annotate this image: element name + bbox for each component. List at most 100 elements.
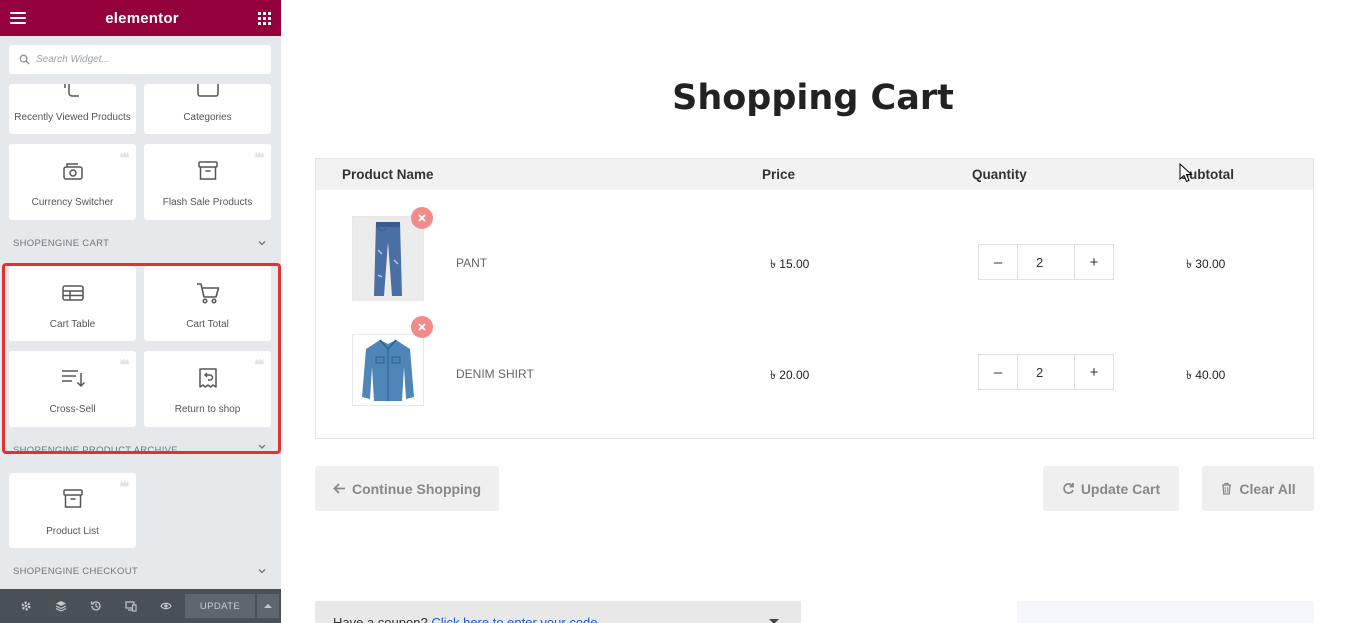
- search-widget-box: [9, 45, 271, 74]
- chevron-down-icon[interactable]: [257, 238, 267, 248]
- update-cart-button[interactable]: Update Cart: [1043, 466, 1179, 511]
- responsive-icon[interactable]: [113, 589, 148, 623]
- update-options-button[interactable]: [257, 594, 279, 618]
- product-name[interactable]: DENIM SHIRT: [456, 367, 534, 381]
- widget-label: Currency Switcher: [31, 197, 114, 208]
- menu-icon[interactable]: [10, 12, 26, 24]
- product-name[interactable]: PANT: [456, 256, 487, 270]
- widget-label: Cross-Sell: [49, 404, 96, 415]
- widget-flash-sale-products[interactable]: Flash Sale Products: [144, 144, 271, 220]
- widget-cart-table[interactable]: Cart Table: [9, 266, 136, 341]
- chevron-down-icon[interactable]: [257, 445, 267, 451]
- app-window: elementor Recently Viewed Products Categ…: [0, 0, 1345, 623]
- widgets-grid-icon[interactable]: [258, 11, 271, 25]
- remove-item-button[interactable]: [411, 207, 433, 229]
- product-subtotal: ৳ 30.00: [1186, 257, 1226, 271]
- preview-canvas: Shopping Cart Product Name Price Quantit…: [281, 0, 1345, 623]
- quantity-input[interactable]: [1017, 245, 1075, 279]
- history-icon[interactable]: [78, 589, 113, 623]
- cross-sell-icon: [62, 370, 86, 388]
- table-row: PANT ৳ 15.00 – + ৳ 30.00: [316, 207, 1313, 309]
- product-subtotal: ৳ 40.00: [1186, 368, 1226, 382]
- widget-cart-total[interactable]: Cart Total: [144, 266, 271, 341]
- update-button[interactable]: UPDATE: [185, 594, 255, 618]
- increase-quantity-button[interactable]: +: [1075, 355, 1113, 389]
- settings-icon[interactable]: [8, 589, 43, 623]
- widget-product-list[interactable]: Product List: [9, 473, 136, 548]
- section-title-checkout[interactable]: SHOPENGINE CHECKOUT: [13, 566, 138, 577]
- brand-logo: elementor: [105, 9, 179, 27]
- section-title-cart[interactable]: SHOPENGINE CART: [13, 238, 109, 249]
- caret-down-icon[interactable]: [769, 619, 779, 623]
- search-input[interactable]: [36, 54, 256, 65]
- close-icon: [418, 214, 426, 222]
- pro-badge-icon: [120, 150, 129, 158]
- product-list-icon: [63, 489, 83, 508]
- elementor-panel: elementor Recently Viewed Products Categ…: [0, 0, 281, 623]
- coupon-bar: Have a coupon? Click here to enter your …: [315, 601, 801, 623]
- cart-table-icon: [62, 285, 84, 301]
- pro-badge-icon: [255, 357, 264, 365]
- close-icon: [418, 323, 426, 331]
- currency-switcher-icon: [63, 163, 83, 180]
- section-title-archive[interactable]: SHOPENGINE PRODUCT ARCHIVE: [13, 445, 178, 451]
- widget-label: Cart Table: [49, 319, 96, 330]
- panel-header: elementor: [0, 0, 281, 36]
- quantity-stepper: – +: [978, 244, 1114, 280]
- flash-sale-icon: [198, 161, 218, 180]
- pro-badge-icon: [120, 479, 129, 487]
- chevron-down-icon[interactable]: [257, 566, 267, 576]
- arrow-left-icon: [333, 483, 345, 494]
- panel-footer: UPDATE: [0, 589, 281, 623]
- pro-badge-icon: [120, 357, 129, 365]
- header-quantity: Quantity: [972, 167, 1027, 182]
- clear-all-label: Clear All: [1239, 480, 1296, 497]
- continue-shopping-label: Continue Shopping: [351, 480, 482, 497]
- categories-icon: [197, 84, 219, 97]
- remove-item-button[interactable]: [411, 316, 433, 338]
- widget-cross-sell[interactable]: Cross-Sell: [9, 351, 136, 427]
- table-row: DENIM SHIRT ৳ 20.00 – + ৳ 40.00: [316, 316, 1313, 427]
- widget-recently-viewed-products[interactable]: Recently Viewed Products: [9, 84, 136, 134]
- cart-totals-box: [1017, 601, 1314, 623]
- increase-quantity-button[interactable]: +: [1075, 245, 1113, 279]
- product-price: ৳ 20.00: [770, 368, 810, 382]
- coupon-text: Have a coupon?: [333, 615, 428, 623]
- preview-icon[interactable]: [148, 589, 183, 623]
- product-price: ৳ 15.00: [770, 257, 810, 271]
- layers-icon[interactable]: [43, 589, 78, 623]
- clear-all-button[interactable]: Clear All: [1202, 466, 1314, 511]
- widget-label: Categories: [183, 112, 232, 123]
- page-title: Shopping Cart: [672, 78, 954, 118]
- search-icon: [19, 54, 30, 65]
- caret-up-icon: [264, 604, 272, 608]
- widget-return-to-shop[interactable]: Return to shop: [144, 351, 271, 427]
- header-product-name: Product Name: [342, 167, 434, 182]
- widget-categories[interactable]: Categories: [144, 84, 271, 134]
- decrease-quantity-button[interactable]: –: [979, 355, 1017, 389]
- update-cart-label: Update Cart: [1080, 480, 1161, 497]
- denim-shirt-image[interactable]: [352, 334, 424, 406]
- pant-image[interactable]: [352, 216, 424, 301]
- return-to-shop-icon: [199, 368, 217, 388]
- cart-total-icon: [197, 283, 220, 304]
- trash-icon: [1222, 482, 1232, 495]
- recently-viewed-icon: [64, 84, 79, 97]
- pro-badge-icon: [255, 150, 264, 158]
- coupon-link[interactable]: Click here to enter your code: [431, 615, 597, 623]
- header-price: Price: [762, 167, 796, 182]
- widget-label: Product List: [46, 526, 99, 537]
- widget-label: Flash Sale Products: [162, 197, 253, 208]
- cart-table-header: Product Name Price Quantity Subtotal: [316, 159, 1313, 190]
- decrease-quantity-button[interactable]: –: [979, 245, 1017, 279]
- mouse-cursor-icon: [1179, 163, 1193, 183]
- continue-shopping-button[interactable]: Continue Shopping: [315, 466, 499, 511]
- quantity-input[interactable]: [1017, 355, 1075, 389]
- widget-currency-switcher[interactable]: Currency Switcher: [9, 144, 136, 220]
- widget-label: Cart Total: [186, 319, 229, 330]
- refresh-icon: [1063, 483, 1074, 494]
- widget-label: Recently Viewed Products: [14, 112, 131, 123]
- quantity-stepper: – +: [978, 354, 1114, 390]
- cart-table: Product Name Price Quantity Subtotal PAN…: [315, 158, 1314, 439]
- widget-label: Return to shop: [174, 404, 241, 415]
